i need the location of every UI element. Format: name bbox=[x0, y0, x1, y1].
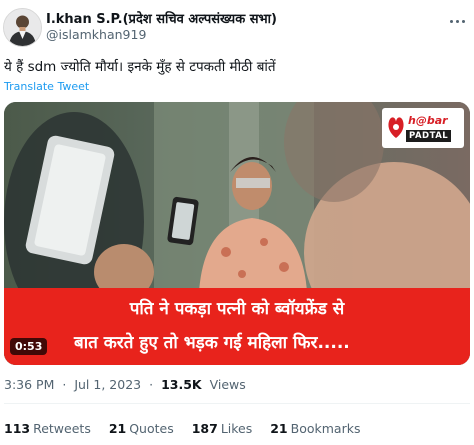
caption-line-2: बात करते हुए तो भड़क गई महिला फिर..... bbox=[74, 333, 350, 353]
logo-text-top: h@bar bbox=[408, 114, 448, 127]
tweet-time[interactable]: 3:36 PM bbox=[4, 377, 54, 392]
more-options-icon[interactable] bbox=[446, 14, 468, 28]
avatar[interactable] bbox=[3, 8, 42, 47]
profile-photo-avatar bbox=[4, 9, 41, 46]
logo-mark-icon bbox=[388, 117, 404, 138]
views-label: Views bbox=[209, 377, 246, 392]
logo-text-bottom: PADTAL bbox=[406, 130, 452, 142]
meta-separator: · bbox=[62, 377, 67, 392]
stat-count: 113 bbox=[4, 421, 31, 436]
video-duration-badge: 0:53 bbox=[10, 338, 48, 355]
stat-label: Bookmarks bbox=[290, 421, 361, 436]
stat-count: 21 bbox=[270, 421, 288, 436]
tweet-text: ये हैं sdm ज्योति मौर्या। इनके मुँह से ट… bbox=[4, 59, 276, 75]
stat-retweets[interactable]: 113 Retweets bbox=[4, 421, 91, 436]
stat-count: 21 bbox=[108, 421, 127, 436]
video-player[interactable]: h@bar PADTAL पति ने पकड़ा पत्नी को ब्वॉय… bbox=[4, 102, 470, 365]
divider bbox=[4, 403, 470, 404]
meta-separator: · bbox=[149, 377, 154, 392]
translate-tweet-link[interactable]: Translate Tweet bbox=[4, 80, 89, 93]
stat-label: Quotes bbox=[129, 421, 174, 436]
author-display-name[interactable]: I.khan S.P.(प्रदेश सचिव अल्पसंख्यक सभा) bbox=[46, 9, 277, 27]
caption-banner: पति ने पकड़ा पत्नी को ब्वॉयफ्रेंड से बात… bbox=[4, 288, 470, 365]
stat-label: Likes bbox=[220, 421, 253, 436]
stat-bookmarks[interactable]: 21 Bookmarks bbox=[270, 421, 360, 436]
stat-label: Retweets bbox=[33, 421, 91, 436]
tweet-card: I.khan S.P.(प्रदेश सचिव अल्पसंख्यक सभा) … bbox=[0, 0, 474, 445]
tweet-date[interactable]: Jul 1, 2023 bbox=[74, 377, 141, 392]
views-count: 13.5K bbox=[161, 377, 202, 392]
caption-line-1: पति ने पकड़ा पत्नी को ब्वॉयफ्रेंड से bbox=[129, 299, 345, 319]
tweet-meta: 3:36 PM · Jul 1, 2023 · 13.5K Views bbox=[4, 377, 250, 392]
stat-likes[interactable]: 187 Likes bbox=[192, 421, 253, 436]
author-handle[interactable]: @islamkhan919 bbox=[46, 27, 146, 42]
engagement-stats: 113 Retweets 21 Quotes 187 Likes 21 Bookmark… bbox=[4, 421, 374, 436]
stat-quotes[interactable]: 21 Quotes bbox=[109, 421, 174, 436]
stat-count: 187 bbox=[191, 421, 218, 436]
channel-logo: h@bar PADTAL bbox=[382, 108, 464, 148]
